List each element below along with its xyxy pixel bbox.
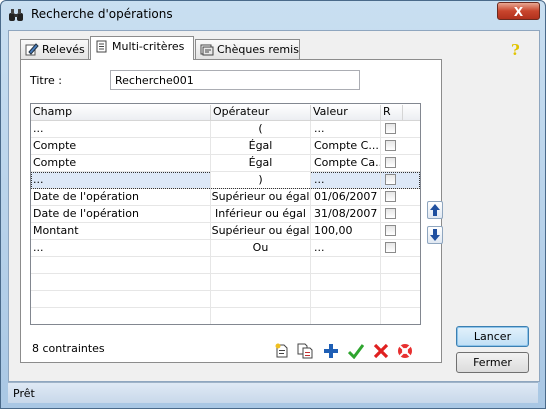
criteria-grid[interactable]: Champ Opérateur Valeur R ... ( ... Compt… [30, 103, 421, 325]
delete-x-icon[interactable] [373, 343, 389, 359]
document-icon [96, 40, 107, 53]
cell-operateur[interactable]: ) [211, 172, 311, 188]
table-row[interactable]: Date de l'opération Inférieur ou égal 31… [31, 206, 420, 223]
row-r-checkbox[interactable] [385, 225, 396, 236]
new-document-icon[interactable] [274, 343, 290, 359]
cell-champ[interactable]: ... [31, 172, 211, 188]
cell-champ[interactable]: ... [31, 121, 211, 137]
client-area: Relevés Multi-critères Chèques remis ? T… [8, 30, 540, 382]
header-valeur[interactable]: Valeur [311, 105, 381, 120]
header-operateur[interactable]: Opérateur [211, 105, 311, 120]
cancel-lifebuoy-icon[interactable] [397, 343, 413, 359]
dialog-window: Recherche d'opérations X Relevés Multi-c… [0, 0, 546, 409]
add-icon[interactable] [323, 343, 339, 359]
tab-releves[interactable]: Relevés [20, 39, 89, 59]
cell-operateur[interactable] [211, 257, 311, 273]
row-r-checkbox[interactable] [385, 157, 396, 168]
title-bar[interactable]: Recherche d'opérations X [1, 1, 545, 29]
cell-valeur[interactable]: 01/06/2007 [311, 189, 381, 205]
cell-operateur[interactable] [211, 291, 311, 307]
status-text: Prêt [13, 387, 35, 400]
cell-valeur[interactable] [311, 257, 381, 273]
row-r-checkbox[interactable] [385, 242, 396, 253]
cell-valeur[interactable]: ... [311, 240, 381, 256]
cell-valeur[interactable]: 31/08/2007 [311, 206, 381, 222]
status-bar: Prêt [8, 382, 538, 403]
move-up-button[interactable] [427, 201, 443, 219]
cell-champ[interactable] [31, 274, 211, 290]
cheque-icon [200, 44, 214, 56]
cell-valeur[interactable] [311, 308, 381, 324]
cell-operateur[interactable]: Supérieur ou égal [211, 223, 311, 239]
move-down-button[interactable] [427, 226, 443, 244]
multi-criteres-panel: Titre : Champ Opérateur Valeur R ... ( .… [20, 59, 442, 363]
cell-operateur[interactable] [211, 274, 311, 290]
close-button[interactable]: X [497, 2, 540, 20]
arrow-down-icon [430, 229, 440, 241]
window-title: Recherche d'opérations [31, 7, 173, 21]
header-r[interactable]: R [381, 105, 403, 120]
cell-champ[interactable]: Compte [31, 155, 211, 171]
table-row[interactable]: ... ( ... [31, 121, 420, 138]
arrow-up-icon [430, 204, 440, 216]
cell-valeur[interactable]: ... [311, 121, 381, 137]
cell-champ[interactable]: Date de l'opération [31, 189, 211, 205]
tab-cheques-remis-label: Chèques remis [217, 43, 299, 56]
row-r-checkbox[interactable] [385, 140, 396, 151]
cell-operateur[interactable] [211, 308, 311, 324]
row-r-checkbox[interactable] [385, 123, 396, 134]
cell-valeur[interactable]: 100,00 [311, 223, 381, 239]
cell-champ[interactable] [31, 308, 211, 324]
cell-champ[interactable]: Date de l'opération [31, 206, 211, 222]
table-row-empty[interactable] [31, 291, 420, 308]
binoculars-icon [9, 9, 23, 21]
titre-label: Titre : [30, 74, 63, 87]
cell-valeur[interactable]: ... [311, 172, 381, 188]
copy-document-icon[interactable] [297, 343, 313, 359]
table-row[interactable]: Compte Égal Compte C... [31, 138, 420, 155]
tab-releves-label: Relevés [42, 43, 85, 56]
table-row-empty[interactable] [31, 274, 420, 291]
row-r-checkbox[interactable] [385, 191, 396, 202]
cell-champ[interactable]: ... [31, 240, 211, 256]
validate-check-icon[interactable] [348, 343, 364, 359]
cell-operateur[interactable]: Supérieur ou égal [211, 189, 311, 205]
cell-champ[interactable] [31, 257, 211, 273]
cell-operateur[interactable]: Inférieur ou égal [211, 206, 311, 222]
cell-champ[interactable]: Montant [31, 223, 211, 239]
cell-operateur[interactable]: Égal [211, 138, 311, 154]
edit-icon [25, 43, 39, 56]
constraints-count: 8 contraintes [32, 342, 105, 355]
titre-input[interactable] [110, 70, 360, 90]
cell-operateur[interactable]: ( [211, 121, 311, 137]
tab-multi-criteres-label: Multi-critères [112, 40, 185, 53]
help-icon[interactable]: ? [511, 41, 520, 59]
grid-header: Champ Opérateur Valeur R [31, 104, 420, 121]
table-row[interactable]: Compte Égal Compte Ca... [31, 155, 420, 172]
table-row-selected[interactable]: ... ) ... [31, 172, 420, 189]
cell-valeur[interactable] [311, 291, 381, 307]
header-champ[interactable]: Champ [31, 105, 211, 120]
cell-valeur[interactable] [311, 274, 381, 290]
cell-champ[interactable]: Compte [31, 138, 211, 154]
table-row[interactable]: Montant Supérieur ou égal 100,00 [31, 223, 420, 240]
fermer-button[interactable]: Fermer [456, 352, 529, 373]
tab-multi-criteres[interactable]: Multi-critères [90, 36, 194, 60]
tab-cheques-remis[interactable]: Chèques remis [195, 39, 300, 59]
cell-operateur[interactable]: Ou [211, 240, 311, 256]
cell-champ[interactable] [31, 291, 211, 307]
cell-valeur[interactable]: Compte Ca... [311, 155, 381, 171]
table-row-empty[interactable] [31, 308, 420, 324]
table-row-empty[interactable] [31, 257, 420, 274]
row-r-checkbox[interactable] [385, 208, 396, 219]
lancer-button[interactable]: Lancer [456, 326, 529, 347]
table-row[interactable]: ... Ou ... [31, 240, 420, 257]
cell-operateur[interactable]: Égal [211, 155, 311, 171]
row-r-checkbox[interactable] [385, 174, 396, 185]
table-row[interactable]: Date de l'opération Supérieur ou égal 01… [31, 189, 420, 206]
cell-valeur[interactable]: Compte C... [311, 138, 381, 154]
